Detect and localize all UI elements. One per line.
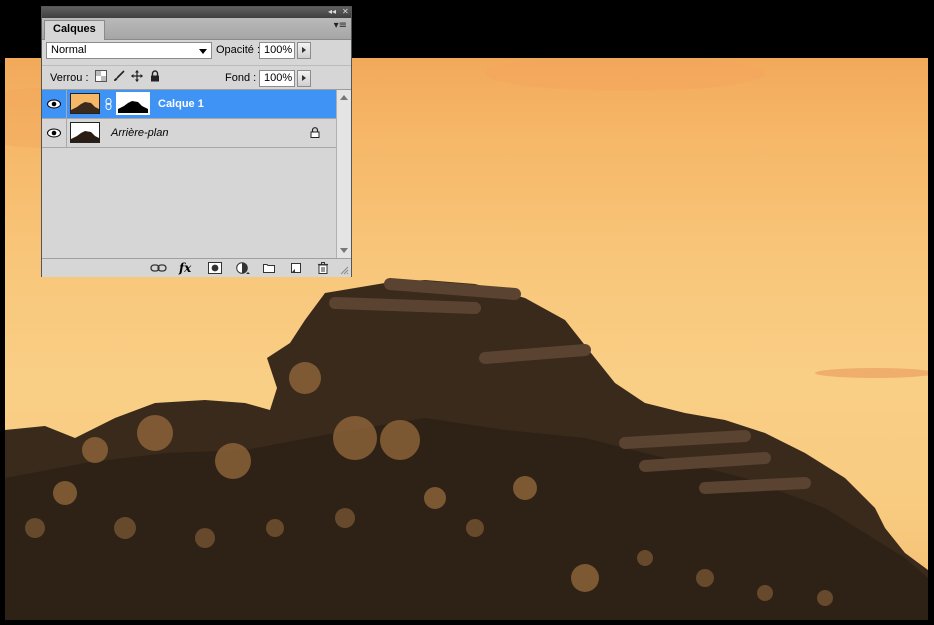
- panel-tab-bar: Calques ▾≡: [42, 18, 351, 40]
- scroll-up-icon[interactable]: [340, 95, 348, 100]
- visibility-toggle[interactable]: [42, 119, 67, 147]
- fill-label: Fond :: [225, 72, 257, 84]
- fx-icon[interactable]: fx: [179, 262, 191, 274]
- layer-name[interactable]: Arrière-plan: [111, 126, 168, 140]
- lock-all-icon[interactable]: [149, 70, 161, 82]
- lock-position-move-icon[interactable]: [131, 70, 143, 82]
- lock-fill-row: Verrou : Fond : 100%: [42, 65, 351, 90]
- collapse-panel-icon[interactable]: ◂◂: [328, 6, 336, 17]
- eye-icon: [47, 99, 61, 109]
- layer-name[interactable]: Calque 1: [158, 97, 204, 111]
- chevron-down-icon: [199, 49, 207, 54]
- layers-panel: ◂◂ ✕ Calques ▾≡ Normal Opacité : 100% Ve…: [41, 6, 352, 277]
- panel-bottom-toolbar: fx: [42, 258, 351, 277]
- layer-thumbnail[interactable]: [70, 122, 100, 143]
- opacity-label: Opacité :: [216, 44, 261, 56]
- fill-slider-button[interactable]: [297, 70, 311, 87]
- lock-transparency-icon[interactable]: [95, 70, 107, 82]
- lock-pixels-brush-icon[interactable]: [113, 70, 125, 82]
- layer-mask-thumbnail[interactable]: [116, 92, 150, 115]
- opacity-field[interactable]: 100%: [259, 42, 295, 59]
- eye-icon: [47, 128, 61, 138]
- lock-label: Verrou :: [50, 72, 89, 84]
- adjustment-layer-icon[interactable]: [236, 262, 252, 274]
- visibility-toggle[interactable]: [42, 90, 67, 118]
- delete-layer-icon[interactable]: [317, 262, 329, 274]
- panel-menu-icon[interactable]: ▾≡: [334, 20, 347, 31]
- opacity-slider-button[interactable]: [297, 42, 311, 59]
- resize-grip-icon[interactable]: [339, 264, 349, 276]
- close-panel-icon[interactable]: ✕: [342, 6, 349, 17]
- panel-title-bar[interactable]: ◂◂ ✕: [42, 7, 351, 18]
- new-group-icon[interactable]: [263, 262, 275, 274]
- tab-calques[interactable]: Calques: [44, 20, 105, 40]
- chain-link-icon[interactable]: [105, 98, 112, 110]
- blend-opacity-row: Normal Opacité : 100%: [42, 40, 351, 64]
- add-mask-icon[interactable]: [208, 262, 222, 274]
- layer-row-background[interactable]: Arrière-plan: [42, 119, 336, 148]
- new-layer-icon[interactable]: [290, 262, 302, 274]
- layer-row-calque-1[interactable]: Calque 1: [42, 90, 336, 119]
- blend-mode-value: Normal: [51, 44, 87, 56]
- layer-thumbnail[interactable]: [70, 93, 100, 114]
- layers-list: Calque 1 Arrière-plan: [42, 89, 351, 259]
- link-layers-icon[interactable]: [150, 262, 168, 274]
- layers-scrollbar[interactable]: [336, 90, 351, 259]
- fill-field[interactable]: 100%: [259, 70, 295, 87]
- scroll-down-icon[interactable]: [340, 248, 348, 253]
- blend-mode-select[interactable]: Normal: [46, 42, 212, 59]
- layer-lock-icon: [310, 127, 320, 138]
